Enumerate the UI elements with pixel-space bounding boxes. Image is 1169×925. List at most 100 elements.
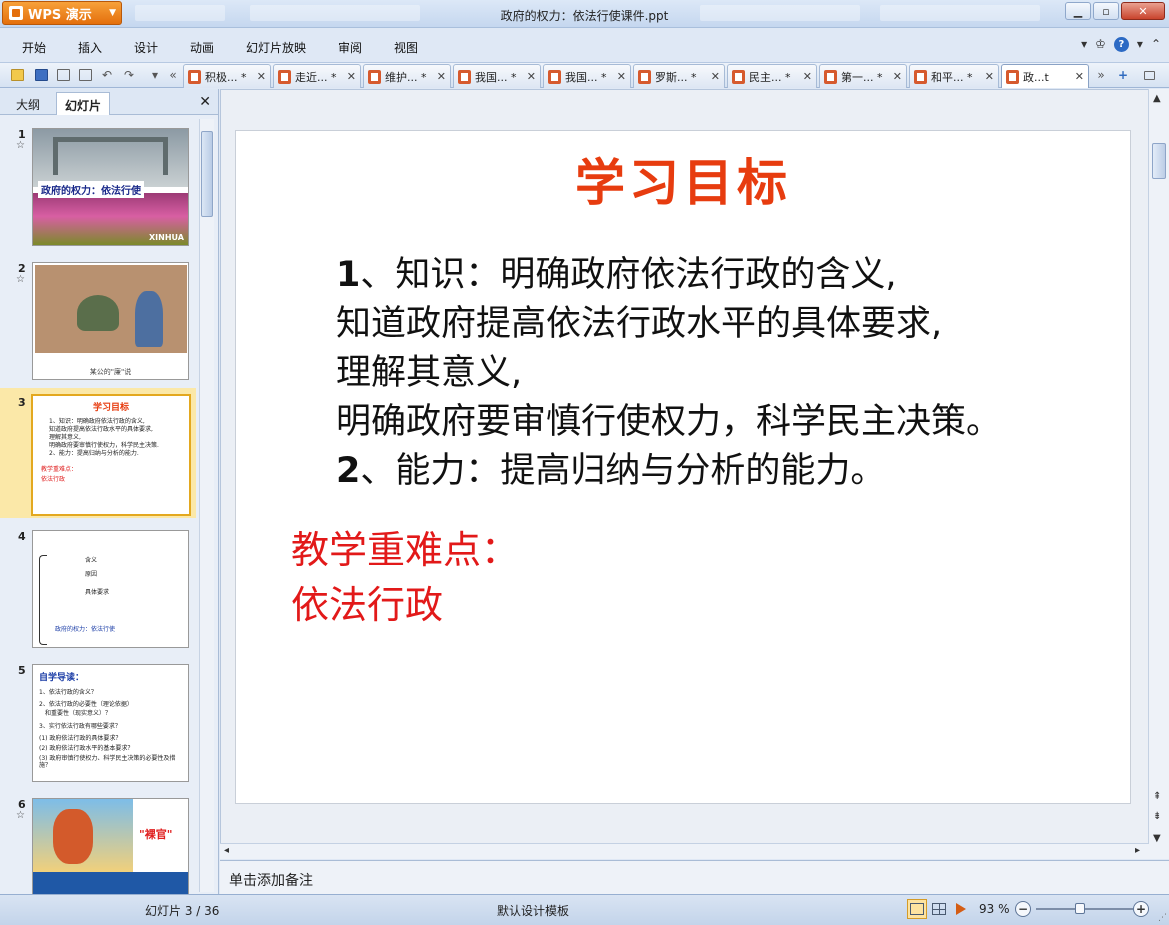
close-tab-icon[interactable]: ✕ (803, 70, 812, 83)
tabs-scroll-left-icon[interactable]: « (165, 67, 181, 83)
close-button[interactable]: ✕ (1121, 2, 1165, 20)
close-tab-icon[interactable]: ✕ (617, 70, 626, 83)
zoom-level[interactable]: 93 % (979, 902, 1010, 916)
menu-insert[interactable]: 插入 (78, 39, 102, 56)
menu-bar: 开始 插入 设计 动画 幻灯片放映 审阅 视图 ▾ ♔ ? ▾ ⌃ (0, 28, 1169, 62)
close-tab-icon[interactable]: ✕ (437, 70, 446, 83)
slide-sorter-icon (932, 903, 946, 915)
current-slide[interactable]: 学习目标 1、知识：明确政府依法行政的含义, 知道政府提高依法行政水平的具体要求… (235, 130, 1131, 804)
zoom-slider[interactable] (1036, 903, 1133, 914)
ribbon-collapse-icon[interactable]: ▾ (1081, 37, 1087, 52)
open-icon[interactable] (9, 67, 25, 83)
ppt-file-icon (188, 69, 201, 84)
menu-slideshow[interactable]: 幻灯片放映 (246, 39, 306, 56)
cartoon-image (35, 265, 187, 353)
menu-view[interactable]: 视图 (394, 39, 418, 56)
normal-view-button[interactable] (907, 899, 927, 919)
doc-tab[interactable]: 走近... * ✕ (273, 64, 361, 88)
slide-body-text[interactable]: 1、知识：明确政府依法行政的含义, 知道政府提高依法行政水平的具体要求, 理解其… (336, 251, 1001, 496)
notes-pane[interactable]: 单击添加备注 (220, 860, 1169, 894)
vertical-scrollbar[interactable]: ▲ ⇞ ⇟ ▼ (1148, 89, 1169, 859)
doc-tab[interactable]: 和平... * ✕ (909, 64, 999, 88)
scroll-up-icon[interactable]: ▲ (1153, 93, 1161, 104)
doc-tab[interactable]: 维护... * ✕ (363, 64, 451, 88)
close-tab-icon[interactable]: ✕ (257, 70, 266, 83)
doc-tab[interactable]: 罗斯... * ✕ (633, 64, 725, 88)
help-dropdown-icon[interactable]: ▾ (1137, 37, 1143, 52)
scroll-right-icon[interactable]: ▸ (1135, 845, 1140, 856)
close-tab-icon[interactable]: ✕ (893, 70, 902, 83)
scroll-down-icon[interactable]: ▼ (1153, 833, 1161, 844)
animation-star-icon: ☆ (16, 140, 25, 151)
scrollbar-thumb[interactable] (201, 131, 213, 217)
zoom-in-button[interactable]: + (1133, 901, 1149, 917)
slide-title[interactable]: 学习目标 (236, 143, 1130, 215)
thumbnail-scrollbar[interactable] (199, 119, 214, 892)
print-preview-icon[interactable] (77, 67, 93, 83)
close-tab-icon[interactable]: ✕ (527, 70, 536, 83)
doc-tab[interactable]: 民主... * ✕ (727, 64, 817, 88)
scroll-left-icon[interactable]: ◂ (224, 845, 229, 856)
doc-tab-active[interactable]: 政...t ✕ (1001, 64, 1089, 88)
close-tab-icon[interactable]: ✕ (711, 70, 720, 83)
slides-panel: 大纲 幻灯片 ✕ 1 ☆ 政府的权力：依法行使 XINHUA 2 ☆ 某公的"廉… (0, 89, 219, 894)
slide-sorter-button[interactable] (929, 899, 949, 919)
notes-placeholder: 单击添加备注 (229, 873, 313, 889)
menu-review[interactable]: 审阅 (338, 39, 362, 56)
normal-view-icon (910, 903, 924, 915)
ppt-file-icon (824, 69, 837, 84)
print-icon[interactable] (55, 67, 71, 83)
resize-grip-icon[interactable]: ⋰ (1158, 913, 1167, 923)
close-icon[interactable]: ✕ (199, 94, 211, 110)
next-slide-icon[interactable]: ⇟ (1153, 811, 1161, 822)
slide-counter: 幻灯片 3 / 36 (145, 904, 220, 918)
slide-thumbnail-2[interactable]: 2 ☆ 某公的"廉"说 (0, 254, 196, 384)
slide-thumbnail-6[interactable]: 6 ☆ "裸官" (0, 790, 196, 894)
animation-star-icon: ☆ (16, 810, 25, 821)
tab-outline[interactable]: 大纲 (8, 92, 48, 115)
customize-toolbar-icon[interactable]: ▾ (147, 67, 163, 83)
key-points-text[interactable]: 教学重难点： 依法行政 (291, 523, 519, 633)
doc-tab[interactable]: 我国... * ✕ (543, 64, 631, 88)
tab-slides[interactable]: 幻灯片 (56, 92, 111, 115)
save-icon[interactable] (33, 67, 49, 83)
ppt-file-icon (638, 69, 651, 84)
close-tab-icon[interactable]: ✕ (985, 70, 994, 83)
menu-animation[interactable]: 动画 (190, 39, 214, 56)
play-icon (956, 903, 966, 915)
slide-thumbnail-5[interactable]: 5 自学导读： 1、依法行政的含义？ 2、依法行政的必要性（理论依据） 和重要性… (0, 656, 196, 786)
minimize-button[interactable]: ▁ (1065, 2, 1091, 20)
skin-icon[interactable]: ♔ (1095, 37, 1106, 52)
undo-icon[interactable]: ↶ (99, 67, 115, 83)
close-tab-icon[interactable]: ✕ (347, 70, 356, 83)
slideshow-button[interactable] (951, 899, 971, 919)
cartoon-image (33, 799, 133, 872)
title-bar: WPS 演示 ▼ 政府的权力：依法行使课件.ppt ▁ ▫ ✕ (0, 0, 1169, 28)
redo-icon[interactable]: ↷ (121, 67, 137, 83)
ribbon-toggle-icon[interactable]: ⌃ (1151, 37, 1161, 52)
help-icon[interactable]: ? (1113, 37, 1129, 52)
menu-home[interactable]: 开始 (22, 39, 46, 56)
previous-slide-icon[interactable]: ⇞ (1153, 791, 1161, 802)
zoom-out-button[interactable]: − (1015, 901, 1031, 917)
slide-editor: 学习目标 1、知识：明确政府依法行政的含义, 知道政府提高依法行政水平的具体要求… (220, 89, 1149, 859)
tabs-scroll-right-icon[interactable]: » (1093, 67, 1109, 83)
menu-design[interactable]: 设计 (134, 39, 158, 56)
scrollbar-thumb[interactable] (1152, 143, 1166, 179)
new-tab-icon[interactable]: + (1115, 67, 1131, 83)
maximize-button[interactable]: ▫ (1093, 2, 1119, 20)
design-template-label[interactable]: 默认设计模板 (497, 902, 569, 919)
tab-list-icon[interactable] (1141, 67, 1157, 83)
ppt-file-icon (1006, 69, 1019, 84)
close-tab-icon[interactable]: ✕ (1075, 70, 1084, 83)
horizontal-scrollbar[interactable]: ◂ ▸ (220, 843, 1149, 859)
zoom-slider-handle[interactable] (1075, 903, 1086, 914)
slide-thumbnail-1[interactable]: 1 ☆ 政府的权力：依法行使 XINHUA (0, 120, 196, 250)
doc-tab[interactable]: 积极... * ✕ (183, 64, 271, 88)
doc-tab[interactable]: 第一... * ✕ (819, 64, 907, 88)
ppt-file-icon (368, 69, 381, 84)
slide-thumbnail-4[interactable]: 4 含义 原因 具体要求 政府的权力：依法行使 (0, 522, 196, 652)
slide-thumbnail-3[interactable]: 3 学习目标 1、知识：明确政府依法行政的含义, 知道政府提高依法行政水平的具体… (0, 388, 196, 518)
ppt-file-icon (914, 69, 927, 84)
doc-tab[interactable]: 我国... * ✕ (453, 64, 541, 88)
